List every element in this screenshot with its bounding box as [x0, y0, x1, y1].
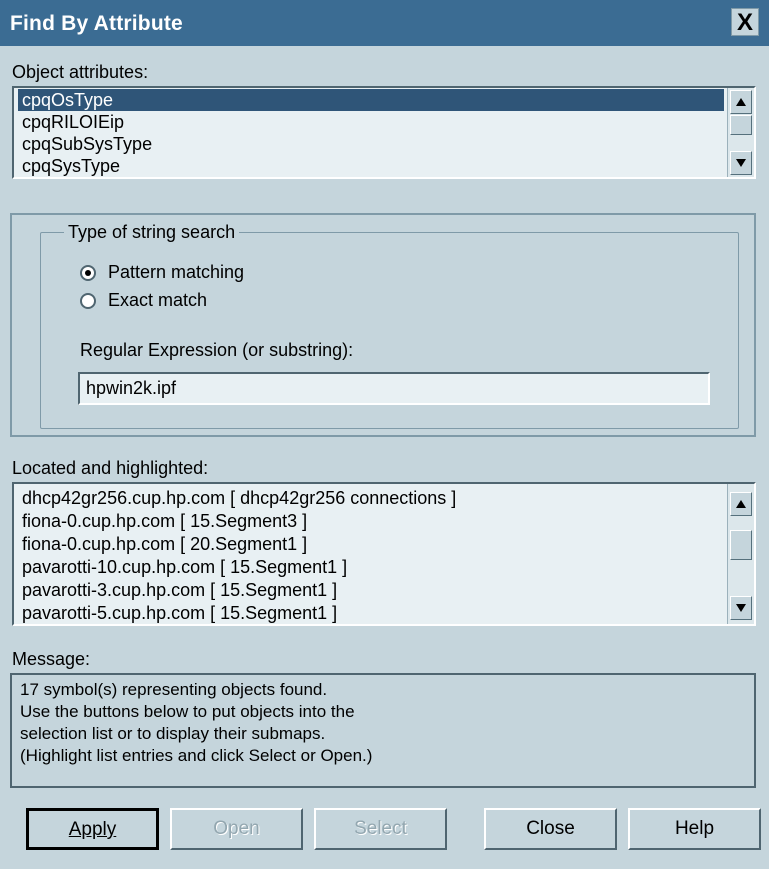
list-item[interactable]: pavarotti-10.cup.hp.com [ 15.Segment1 ] [18, 556, 724, 579]
window-title: Find By Attribute [10, 12, 183, 35]
list-item[interactable]: fiona-0.cup.hp.com [ 15.Segment3 ] [18, 510, 724, 533]
close-button[interactable]: Close [484, 808, 617, 850]
message-line: 17 symbol(s) representing objects found. [20, 680, 328, 699]
scroll-down-button[interactable] [730, 151, 752, 175]
up-arrow-icon [736, 500, 746, 508]
scroll-up-button[interactable] [730, 90, 752, 114]
object-attributes-label: Object attributes: [12, 62, 149, 82]
exact-match-label: Exact match [108, 290, 208, 310]
list-item[interactable]: cpqSubSysType [18, 133, 724, 155]
located-label: Located and highlighted: [12, 458, 209, 478]
find-by-attribute-dialog: Find By Attribute X Object attributes: c… [0, 0, 769, 869]
radio-checked-icon [80, 264, 96, 281]
message-line: selection list or to display their subma… [20, 724, 326, 743]
string-search-group-label: Type of string search [64, 222, 240, 243]
list-item[interactable]: pavarotti-5.cup.hp.com [ 15.Segment1 ] [18, 602, 724, 624]
apply-button-label: Apply [68, 819, 117, 840]
regex-input[interactable] [78, 372, 710, 405]
list-item[interactable]: dhcp42gr256.cup.hp.com [ dhcp42gr256 con… [18, 487, 724, 510]
message-label: Message: [12, 649, 91, 669]
close-button-label: Close [526, 818, 575, 839]
list-item[interactable]: fiona-0.cup.hp.com [ 20.Segment1 ] [18, 533, 724, 556]
scroll-thumb[interactable] [730, 530, 752, 560]
close-window-button[interactable]: X [731, 8, 759, 36]
list-item[interactable]: cpqSysType [18, 155, 724, 177]
scroll-down-button[interactable] [730, 596, 752, 620]
select-button-label: Select [354, 818, 407, 839]
located-list[interactable]: dhcp42gr256.cup.hp.com [ dhcp42gr256 con… [12, 482, 756, 626]
object-attributes-list[interactable]: cpqOsType cpqRILOIEip cpqSubSysType cpqS… [12, 86, 756, 179]
regex-label: Regular Expression (or substring): [80, 340, 354, 360]
pattern-matching-radio[interactable]: Pattern matching [80, 262, 244, 283]
message-box: 17 symbol(s) representing objects found.… [10, 673, 756, 788]
down-arrow-icon [736, 604, 746, 612]
located-scrollbar[interactable] [727, 484, 754, 624]
help-button[interactable]: Help [628, 808, 761, 850]
pattern-matching-label: Pattern matching [108, 262, 245, 282]
open-button-label: Open [213, 818, 260, 839]
apply-button[interactable]: Apply [26, 808, 159, 850]
radio-unchecked-icon [80, 292, 96, 309]
select-button[interactable]: Select [314, 808, 447, 850]
exact-match-radio[interactable]: Exact match [80, 290, 207, 311]
scroll-thumb[interactable] [730, 115, 752, 135]
message-line: (Highlight list entries and click Select… [20, 746, 373, 765]
list-item[interactable]: cpqRILOIEip [18, 111, 724, 133]
close-icon: X [736, 9, 753, 36]
down-arrow-icon [736, 159, 746, 167]
open-button[interactable]: Open [170, 808, 303, 850]
up-arrow-icon [736, 98, 746, 106]
message-line: Use the buttons below to put objects int… [20, 702, 355, 721]
title-bar[interactable]: Find By Attribute X [0, 0, 769, 46]
object-attributes-scrollbar[interactable] [727, 88, 754, 177]
help-button-label: Help [674, 818, 715, 839]
list-item[interactable]: pavarotti-3.cup.hp.com [ 15.Segment1 ] [18, 579, 724, 602]
list-item[interactable]: cpqOsType [18, 89, 724, 111]
scroll-up-button[interactable] [730, 492, 752, 516]
